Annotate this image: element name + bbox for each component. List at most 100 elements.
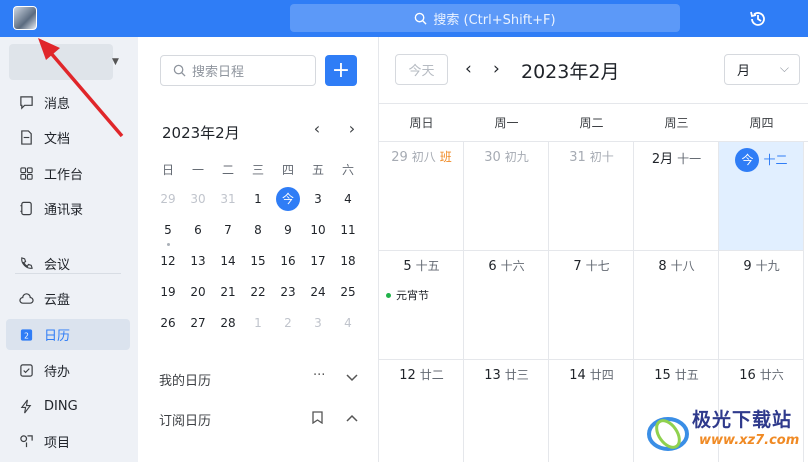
nav-item-6[interactable]: 2 日历 [6,319,130,350]
day-cell[interactable]: 7 十七 [549,251,634,360]
day-cell[interactable]: 5 十五 元宵节 [379,251,464,360]
mini-weekday-label: 三 [251,163,264,177]
day-number-label: 5 [403,259,412,274]
mini-day[interactable]: 18 [333,246,363,276]
nav-item-3[interactable]: 通讯录 [6,193,130,224]
mini-day[interactable]: 15 [243,246,273,276]
mini-day[interactable]: 6 [183,215,213,245]
mini-day[interactable]: 8 [243,215,273,245]
mini-day[interactable]: 5 [153,215,183,245]
day-cell[interactable]: 9 十九 [719,251,804,360]
search-icon [173,64,186,77]
mini-day[interactable]: 21 [213,277,243,307]
global-search-input[interactable]: 搜索 (Ctrl+Shift+F) [290,4,680,32]
lunar-date-label: 十六 [500,259,525,273]
lunar-date-label: 初九 [504,150,529,164]
mini-day-label: 17 [310,254,326,268]
mini-day-label: 30 [190,192,206,206]
mini-day-label: 今 [276,187,300,211]
bookmark-icon[interactable] [312,411,323,424]
day-cell[interactable]: 6 十六 [464,251,549,360]
mini-day[interactable]: 3 [303,184,333,214]
mini-day[interactable]: 10 [303,215,333,245]
month-title: 2023年2月 [521,61,620,83]
prev-month-icon[interactable]: ‹ [465,59,472,79]
mini-day[interactable]: 24 [303,277,333,307]
nav-item-2[interactable]: 工作台 [6,158,130,189]
day-cell[interactable]: 2月 十一 [634,142,719,251]
day-cell[interactable]: 31 初十 [549,142,634,251]
watermark-url: www.xz7.com [699,433,800,448]
nav-item-8[interactable]: DING [6,391,130,422]
mini-day[interactable]: 25 [333,277,363,307]
mini-day[interactable]: 19 [153,277,183,307]
mini-day-label: 26 [160,316,176,330]
day-number-label: 29 [391,150,408,165]
mini-day[interactable]: 26 [153,308,183,338]
mini-day-label: 18 [340,254,356,268]
nav-item-9[interactable]: 项目 [6,426,130,457]
today-button[interactable]: 今天 [395,54,448,85]
mini-day[interactable]: 12 [153,246,183,276]
schedule-search-input[interactable]: 搜索日程 [160,55,316,86]
mini-day[interactable]: 14 [213,246,243,276]
day-number: 9 十九 [719,257,804,274]
history-icon[interactable] [748,9,768,29]
nav-divider [15,273,121,274]
chevron-up-icon[interactable] [346,414,358,422]
mini-day[interactable]: 22 [243,277,273,307]
day-number: 15 廿五 [634,366,719,383]
nav-item-1[interactable]: 文档 [6,122,130,153]
mini-day[interactable]: 29 [153,184,183,214]
mini-day[interactable]: 1 [243,184,273,214]
mini-day-today[interactable]: 今 [273,184,303,214]
avatar[interactable] [13,6,37,30]
mini-day[interactable]: 1 [243,308,273,338]
mini-day[interactable]: 27 [183,308,213,338]
nav-item-4[interactable]: 会议 [6,248,130,279]
day-number-label: 13 [484,368,501,383]
mini-day[interactable]: 9 [273,215,303,245]
mini-day[interactable]: 20 [183,277,213,307]
nav-item-0[interactable]: 消息 [6,87,130,118]
nav-item-7[interactable]: 待办 [6,355,130,386]
project-icon [18,434,34,450]
mini-day-label: 4 [344,192,352,206]
day-cell[interactable]: 29 初八班 [379,142,464,251]
day-cell[interactable]: 12 廿二 [379,360,464,462]
caret-down-icon[interactable]: ▼ [112,57,119,67]
mini-day-label: 15 [250,254,266,268]
mini-day[interactable]: 17 [303,246,333,276]
mini-day[interactable]: 3 [303,308,333,338]
add-event-button[interactable]: + [325,55,357,86]
mini-day[interactable]: 13 [183,246,213,276]
day-cell[interactable]: 8 十八 [634,251,719,360]
chevron-down-icon[interactable] [346,374,358,382]
mini-day[interactable]: 2 [273,308,303,338]
next-month-icon[interactable]: › [493,59,500,79]
cloud-icon [18,291,34,307]
mini-weekday-label: 日 [161,163,174,177]
mini-day[interactable]: 28 [213,308,243,338]
day-cell[interactable]: 14 廿四 [549,360,634,462]
more-icon[interactable]: ··· [313,368,325,383]
mini-day[interactable]: 31 [213,184,243,214]
mini-day-label: 11 [340,223,356,237]
mini-day[interactable]: 7 [213,215,243,245]
mini-prev-month-icon[interactable]: ‹ [308,119,326,139]
mini-day[interactable]: 4 [333,184,363,214]
nav-item-5[interactable]: 云盘 [6,283,130,314]
mini-day[interactable]: 16 [273,246,303,276]
mini-day[interactable]: 23 [273,277,303,307]
day-cell[interactable]: 30 初九 [464,142,549,251]
day-cell[interactable]: 13 廿三 [464,360,549,462]
day-cell-today[interactable]: 今十二 [719,142,804,251]
view-mode-select[interactable]: 月 ⌵ [724,54,800,85]
mini-day[interactable]: 30 [183,184,213,214]
event-item[interactable]: 元宵节 [386,287,429,303]
profile-bar[interactable] [9,44,113,80]
mini-day[interactable]: 4 [333,308,363,338]
day-number-label: 14 [569,368,586,383]
mini-day[interactable]: 11 [333,215,363,245]
mini-next-month-icon[interactable]: › [343,119,361,139]
